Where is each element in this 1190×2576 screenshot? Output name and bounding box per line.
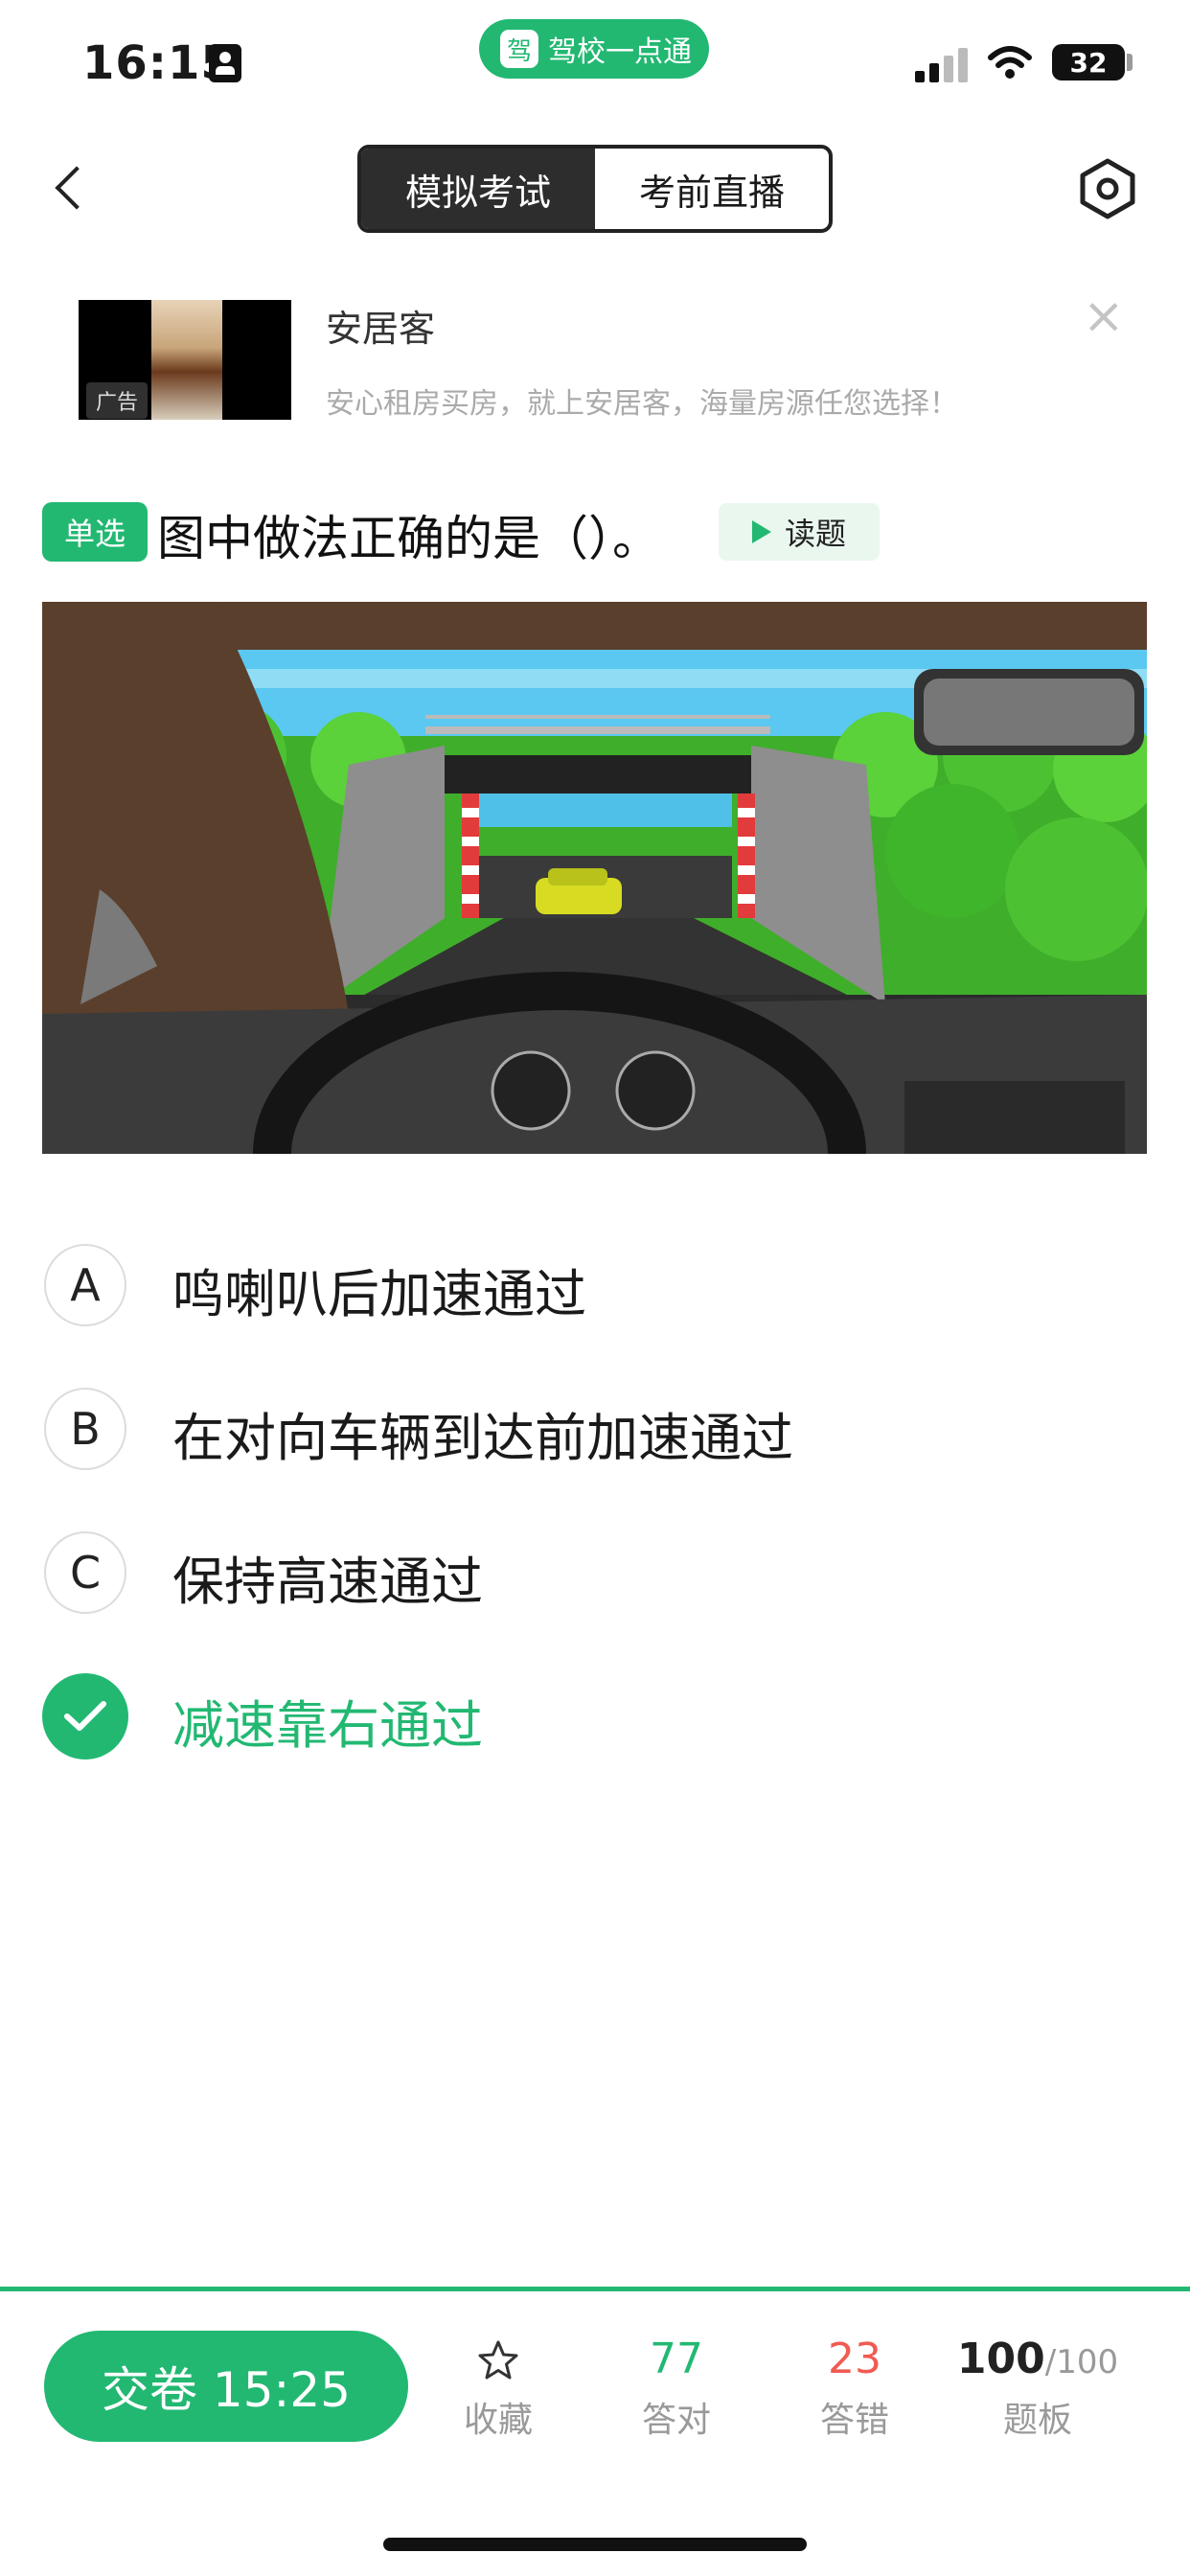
question-type-tag: 单选 [42,502,148,562]
tab-mock-exam[interactable]: 模拟考试 [361,149,595,229]
bottom-bar-divider [0,2287,1190,2291]
app-return-pill[interactable]: 驾 驾校一点通 [479,19,709,79]
option-d-correct-marker[interactable] [42,1673,128,1760]
option-b-text[interactable]: 在对向车辆到达前加速通过 [172,1395,793,1471]
wifi-icon [988,46,1032,79]
battery-level: 32 [1069,46,1108,79]
star-icon [422,2331,575,2388]
checkmark-icon [64,1701,106,1731]
cellular-signal-icon [915,46,969,82]
ad-tag: 广告 [86,382,149,419]
app-logo-icon: 驾 [500,30,538,68]
read-question-label: 读题 [784,516,846,552]
battery-tip [1127,54,1133,71]
mode-segmented-control: 模拟考试 考前直播 [357,145,833,233]
question-image [42,602,1147,1154]
favorite-button[interactable]: 收藏 [422,2331,575,2442]
wrong-count: 23 [828,2334,881,2383]
settings-hexagon-icon[interactable] [1078,157,1137,220]
ad-poster-image [151,300,222,420]
option-a-text[interactable]: 鸣喇叭后加速通过 [172,1252,586,1327]
submit-exam-button[interactable]: 交卷 15:25 [44,2331,408,2442]
progress-total: /100 [1044,2343,1119,2381]
option-c-marker[interactable]: C [44,1531,126,1614]
question-text: 图中做法正确的是（）。 [157,511,660,566]
play-icon [751,520,771,543]
ad-thumbnail[interactable]: 广告 [79,300,291,420]
wrong-count-stat: 23 答错 [778,2331,931,2442]
correct-label: 答对 [641,2401,711,2440]
option-d-text[interactable]: 减速靠右通过 [172,1683,483,1759]
home-indicator[interactable] [383,2538,807,2551]
question-board-button[interactable]: 100/100 题板 [956,2331,1119,2442]
read-question-button[interactable]: 读题 [719,503,880,561]
ad-description[interactable]: 安心租房买房，就上安居客，海量房源任您选择！ [326,380,958,422]
app-name: 驾校一点通 [548,35,692,69]
back-button[interactable] [46,159,94,217]
correct-count-stat: 77 答对 [600,2331,753,2442]
ad-title[interactable]: 安居客 [326,299,435,352]
correct-count: 77 [650,2334,703,2383]
ad-close-icon[interactable]: × [1083,288,1125,345]
option-c-text[interactable]: 保持高速通过 [172,1539,483,1615]
board-label: 题板 [1002,2401,1072,2440]
option-b-marker[interactable]: B [44,1388,126,1470]
wrong-label: 答错 [819,2401,889,2440]
progress-current: 100 [956,2334,1045,2383]
person-badge-icon [209,44,241,82]
tab-live-broadcast[interactable]: 考前直播 [595,149,829,229]
battery-icon: 32 [1052,44,1125,80]
favorite-label: 收藏 [463,2401,533,2440]
option-a-marker[interactable]: A [44,1244,126,1326]
